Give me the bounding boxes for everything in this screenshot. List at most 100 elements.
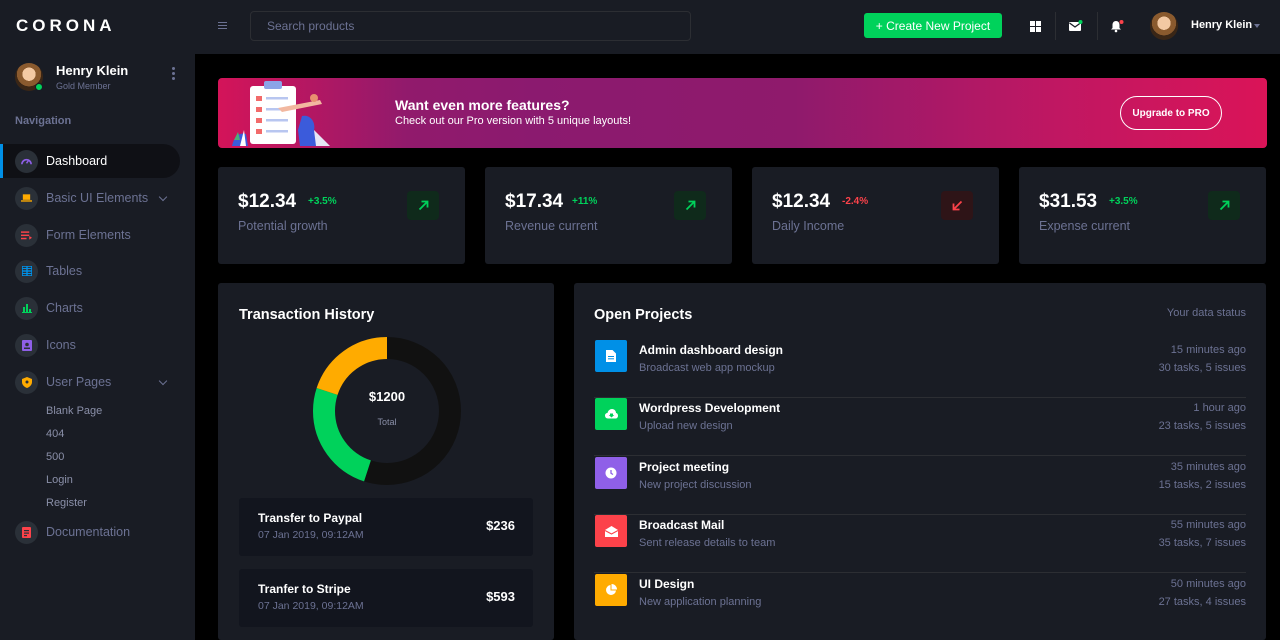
top-profile-menu[interactable]: Henry Klein [1150,12,1270,40]
project-subtitle: Broadcast web app mockup [639,362,775,374]
laptop-icon [15,186,38,210]
sidebar-item-basic-ui[interactable]: Basic UI Elements [0,181,180,215]
card-title: Transaction History [239,307,375,323]
stat-value: $12.34 [772,191,831,212]
stat-card-revenue-current: $17.34 +11% Revenue current [485,167,732,264]
data-status-link[interactable]: Your data status [1167,307,1246,319]
avatar [1150,12,1178,40]
project-title: Project meeting [639,460,730,474]
sidebar-item-form-elements[interactable]: Form Elements [0,218,180,252]
security-icon [15,370,38,394]
transaction-title: Transfer to Paypal [258,511,363,525]
stat-value: $17.34 [505,191,564,212]
transaction-date: 07 Jan 2019, 09:12AM [258,529,364,541]
transaction-amount: $593 [486,589,515,604]
contacts-icon [15,333,38,357]
stat-delta: +3.5% [308,196,337,207]
donut-total-label: Total [377,417,397,427]
sidebar-item-label: Icons [46,338,76,352]
project-tasks: 30 tasks, 5 issues [1158,362,1246,374]
project-row[interactable]: Wordpress Development Upload new design … [594,398,1246,456]
transaction-donut-chart [313,337,461,485]
arrow-top-right-icon [407,191,439,220]
transaction-title: Tranfer to Stripe [258,582,351,596]
card-title: Open Projects [594,307,693,323]
stat-value: $31.53 [1039,191,1098,212]
divider [1055,12,1056,40]
stat-label: Daily Income [772,219,845,233]
sidebar-item-icons[interactable]: Icons [0,328,180,362]
file-document-icon [15,520,38,544]
project-title: Broadcast Mail [639,518,725,532]
brand-logo[interactable]: CORONA [16,16,116,36]
stat-label: Revenue current [505,219,598,233]
search-input[interactable] [250,11,691,41]
stat-value: $12.34 [238,191,297,212]
sidebar-item-label: Form Elements [46,228,131,242]
sub-item-500[interactable]: 500 [46,451,64,463]
grid-icon[interactable] [1024,15,1046,37]
profile-role: Gold Member [56,81,111,91]
donut-total-value: $1200 [368,389,406,404]
sidebar-item-label: User Pages [46,375,112,389]
transaction-date: 07 Jan 2019, 09:12AM [258,600,364,612]
bell-icon[interactable] [1106,15,1128,37]
menu-toggle-icon[interactable] [218,22,227,29]
profile-name: Henry Klein [56,63,129,78]
nav-heading: Navigation [15,115,72,127]
upgrade-to-pro-button[interactable]: Upgrade to PRO [1120,96,1222,130]
sidebar-item-label: Charts [46,301,83,315]
open-projects-card: Open Projects Your data status Admin das… [574,283,1266,640]
clipboard-illustration-icon [232,81,330,146]
sidebar: CORONA Henry Klein Gold Member Navigatio… [0,0,195,640]
transaction-row[interactable]: Transfer to Paypal 07 Jan 2019, 09:12AM … [239,498,533,556]
transaction-row[interactable]: Tranfer to Stripe 07 Jan 2019, 09:12AM $… [239,569,533,627]
project-title: UI Design [639,577,695,591]
sidebar-item-documentation[interactable]: Documentation [0,515,180,549]
sidebar-item-tables[interactable]: Tables [0,254,180,288]
stat-card-expense-current: $31.53 +3.5% Expense current [1019,167,1266,264]
project-row[interactable]: Broadcast Mail Sent release details to t… [594,515,1246,573]
project-row[interactable]: UI Design New application planning 50 mi… [594,574,1246,632]
create-project-button[interactable]: + Create New Project [864,13,1002,38]
project-time: 35 minutes ago [1170,461,1246,473]
project-row[interactable]: Project meeting New project discussion 3… [594,457,1246,515]
project-tasks: 15 tasks, 2 issues [1158,479,1246,491]
cloud-download-icon [595,398,627,430]
email-icon[interactable] [1065,15,1087,37]
project-subtitle: Upload new design [639,420,733,432]
project-row[interactable]: Admin dashboard design Broadcast web app… [594,340,1246,398]
chart-pie-icon [595,574,627,606]
caret-down-icon [1254,24,1260,28]
sub-item-register[interactable]: Register [46,497,87,509]
chart-bar-icon [15,296,38,320]
arrow-bottom-left-icon [941,191,973,220]
online-status-dot [35,83,43,91]
sub-item-blank-page[interactable]: Blank Page [46,405,102,417]
more-vertical-icon[interactable] [170,67,176,81]
chevron-down-icon [158,376,168,386]
project-title: Wordpress Development [639,401,781,415]
project-tasks: 27 tasks, 4 issues [1158,596,1246,608]
sub-item-404[interactable]: 404 [46,428,64,440]
sidebar-item-label: Tables [46,264,83,278]
promo-banner: Want even more features? Check out our P… [218,78,1267,148]
arrow-top-right-icon [674,191,706,220]
banner-subtitle: Check out our Pro version with 5 unique … [395,115,632,127]
banner-title: Want even more features? [395,97,570,113]
sidebar-item-user-pages[interactable]: User Pages [0,365,180,399]
sub-item-login[interactable]: Login [46,474,73,486]
stat-label: Potential growth [238,219,328,233]
stat-delta: +11% [572,196,598,207]
project-title: Admin dashboard design [639,343,784,357]
sidebar-item-dashboard[interactable]: Dashboard [0,144,180,178]
project-tasks: 35 tasks, 7 issues [1158,537,1246,549]
sidebar-item-charts[interactable]: Charts [0,291,180,325]
project-time: 50 minutes ago [1170,578,1246,590]
stat-label: Expense current [1039,219,1131,233]
sidebar-item-label: Basic UI Elements [46,191,149,205]
sidebar-profile[interactable]: Henry Klein Gold Member [15,62,185,96]
project-subtitle: Sent release details to team [639,537,776,549]
stat-delta: -2.4% [842,196,869,207]
project-time: 55 minutes ago [1170,519,1246,531]
